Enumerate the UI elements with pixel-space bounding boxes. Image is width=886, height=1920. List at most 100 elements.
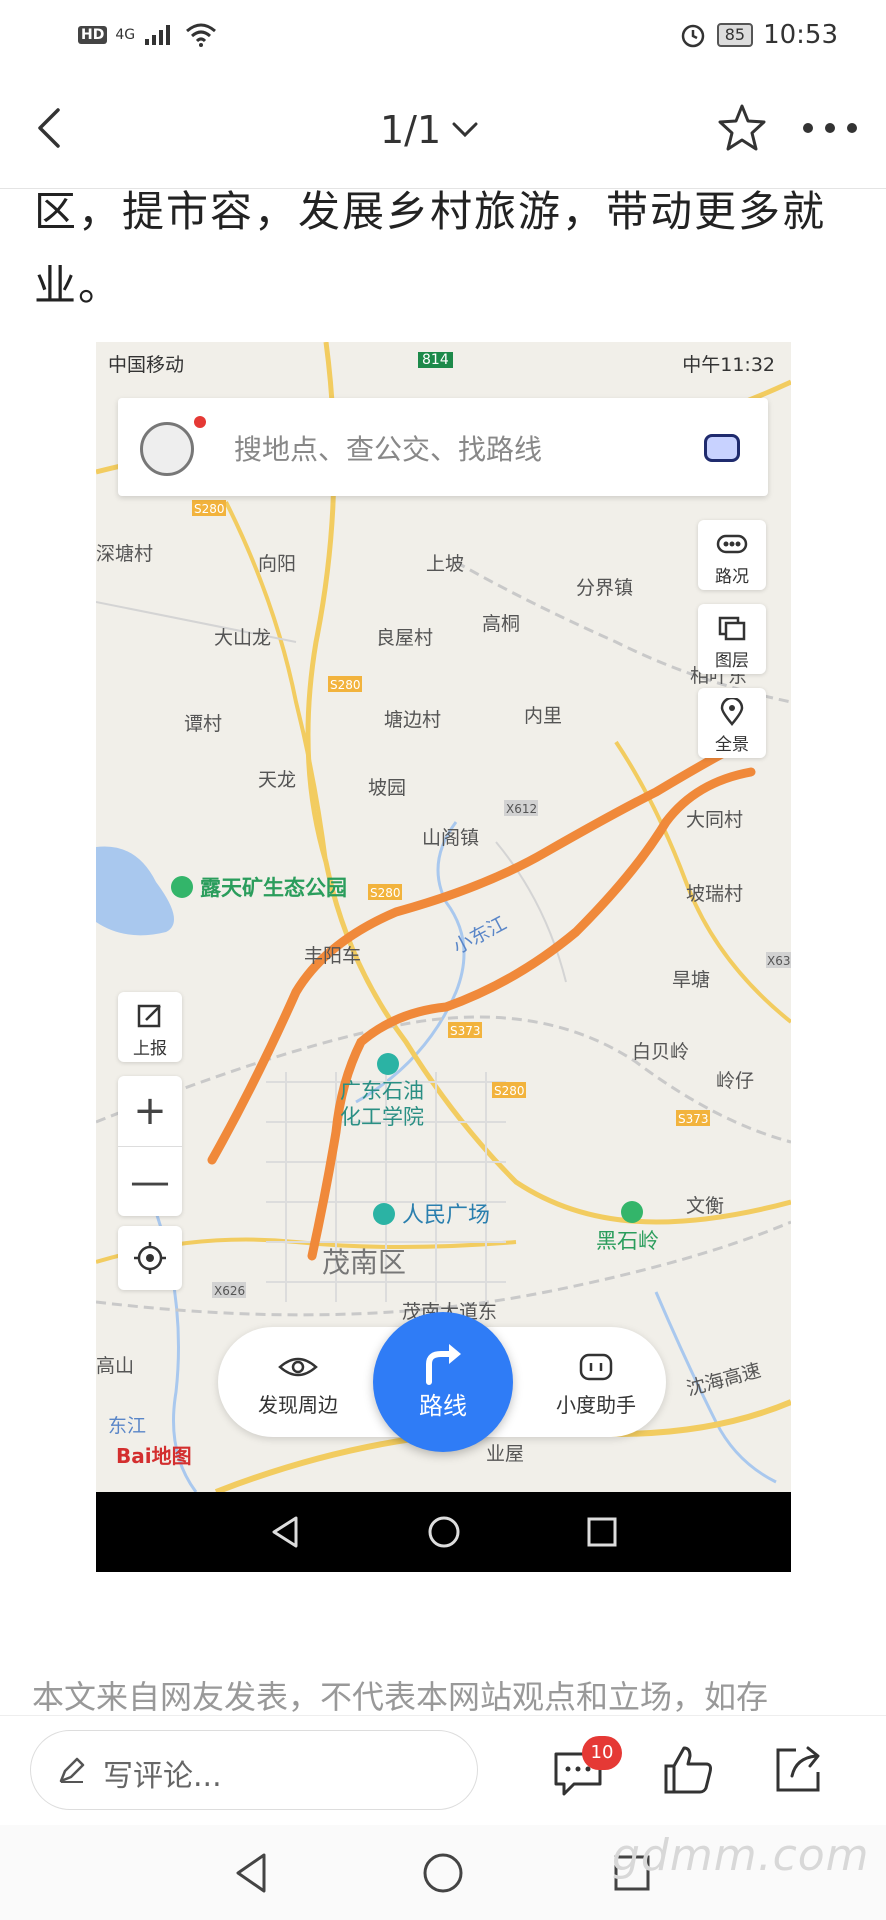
svg-text:人民广场: 人民广场 [402,1203,490,1228]
turn-arrow-icon [426,1344,461,1385]
route-badge: 814 [418,352,453,368]
report-button[interactable]: 上报 [118,992,182,1062]
back-icon[interactable] [26,104,74,152]
discover-nearby-button[interactable]: 发现周边 [238,1351,358,1418]
pen-icon [59,1757,85,1783]
svg-text:大山龙: 大山龙 [214,627,271,649]
article-paragraph: 区，提市容，发展乡村旅游，带动更多就业。 [34,187,827,310]
svg-text:X612: X612 [506,802,537,816]
layers-icon [718,616,746,641]
svg-text:分界镇: 分界镇 [576,577,633,599]
voice-assistant-icon[interactable] [704,434,740,462]
svg-text:上坡: 上坡 [426,553,464,575]
svg-text:山阁镇: 山阁镇 [422,827,479,849]
inner-navigation-bar [96,1492,791,1572]
inner-status-bar: 中国移动 814 中午11:32 [96,342,791,382]
svg-text:S280: S280 [330,678,361,692]
svg-text:广东石油: 广东石油 [340,1079,424,1103]
locate-button[interactable] [118,1226,182,1290]
svg-text:深塘村: 深塘村 [96,543,153,565]
svg-text:茂南区: 茂南区 [322,1246,406,1279]
baidu-map-logo: Bai地图 [116,1444,192,1468]
crosshair-icon [134,1242,166,1274]
assistant-button[interactable]: 小度助手 [536,1351,656,1418]
svg-text:高山: 高山 [96,1355,134,1377]
svg-text:良屋村: 良屋村 [376,627,433,649]
svg-text:旱塘: 旱塘 [672,969,710,991]
traffic-button[interactable]: 路况 [698,520,766,590]
page-indicator: 1/1 [380,108,442,152]
panorama-button[interactable]: 全景 [698,688,766,758]
svg-text:业屋: 业屋 [486,1443,524,1465]
svg-text:黑石岭: 黑石岭 [596,1229,659,1253]
zoom-in-button[interactable]: + [118,1076,182,1147]
map-search-bar[interactable]: 搜地点、查公交、找路线 [118,398,768,496]
svg-text:文衡: 文衡 [686,1195,724,1217]
battery-indicator: 85 [716,23,754,47]
recents-square-icon [587,1517,617,1547]
svg-text:S280: S280 [370,886,401,900]
svg-text:东江: 东江 [108,1415,146,1437]
svg-text:塘边村: 塘边村 [384,709,441,731]
svg-text:X626: X626 [214,1284,245,1298]
panorama-label: 全景 [715,735,749,755]
nav-back-icon[interactable] [228,1849,276,1897]
svg-text:S280: S280 [494,1084,525,1098]
more-options-icon[interactable] [800,118,860,138]
svg-text:大同村: 大同村 [686,809,743,831]
wifi-icon [186,23,217,47]
layers-button[interactable]: 图层 [698,604,766,674]
nav-home-icon[interactable] [419,1849,467,1897]
search-placeholder[interactable]: 搜地点、查公交、找路线 [234,428,542,468]
star-icon[interactable] [716,102,768,154]
bottom-action-bar: 写评论... 10 [0,1715,886,1826]
share-icon[interactable] [770,1742,826,1798]
top-header: 1/1 [0,68,886,189]
disclaimer-text: 本文来自网友发表，不代表本网站观点和立场，如存 [32,1678,769,1716]
signal-icon [145,25,171,45]
comment-input[interactable]: 写评论... [30,1730,478,1810]
svg-text:内里: 内里 [524,705,562,727]
avatar-icon[interactable] [140,422,194,476]
svg-text:化工学院: 化工学院 [340,1105,424,1129]
traffic-label: 路况 [715,567,749,587]
layers-label: 图层 [715,651,749,671]
svg-text:谭村: 谭村 [184,713,222,735]
svg-text:S373: S373 [450,1024,481,1038]
svg-text:向阳: 向阳 [258,553,296,575]
status-bar: HD 4G 85 10:53 [0,0,886,68]
status-time: 10:53 [763,20,838,50]
status-right: 85 10:53 [679,18,838,52]
zoom-control[interactable]: + — [118,1076,182,1216]
back-triangle-icon [272,1516,298,1548]
eye-icon [278,1357,318,1377]
home-circle-icon [428,1516,460,1548]
comment-placeholder: 写评论... [103,1759,222,1794]
report-label: 上报 [133,1039,167,1059]
svg-text:坡瑞村: 坡瑞村 [686,883,743,905]
embedded-map-screenshot: 深塘村 向阳 上坡 分界镇 大山龙 良屋村 高桐 谭村 塘边村 内里 相叶东 天… [96,342,791,1572]
svg-text:高桐: 高桐 [482,613,520,635]
svg-text:X63: X63 [767,954,791,968]
robot-icon [579,1353,613,1381]
chevron-down-icon [452,122,478,138]
status-left: HD 4G [78,22,217,48]
svg-text:丰阳车: 丰阳车 [304,945,361,967]
zoom-out-button[interactable]: — [118,1147,182,1217]
hd-badge: HD [78,26,108,44]
page-selector[interactable]: 1/1 [380,108,479,152]
route-button[interactable]: 路线 [373,1312,513,1452]
assistant-label: 小度助手 [556,1393,636,1417]
discover-label: 发现周边 [258,1393,338,1417]
svg-text:天龙: 天龙 [258,769,296,791]
thumbs-up-icon[interactable] [660,1742,716,1798]
svg-text:S373: S373 [678,1112,709,1126]
edit-icon [137,1004,161,1028]
alarm-icon [681,24,704,48]
svg-text:白贝岭: 白贝岭 [632,1041,689,1063]
svg-text:露天矿生态公园: 露天矿生态公园 [200,876,347,900]
svg-text:坡园: 坡园 [368,777,406,799]
inner-time: 中午11:32 [682,354,775,376]
network-type: 4G [115,27,136,43]
route-label: 路线 [419,1392,467,1420]
